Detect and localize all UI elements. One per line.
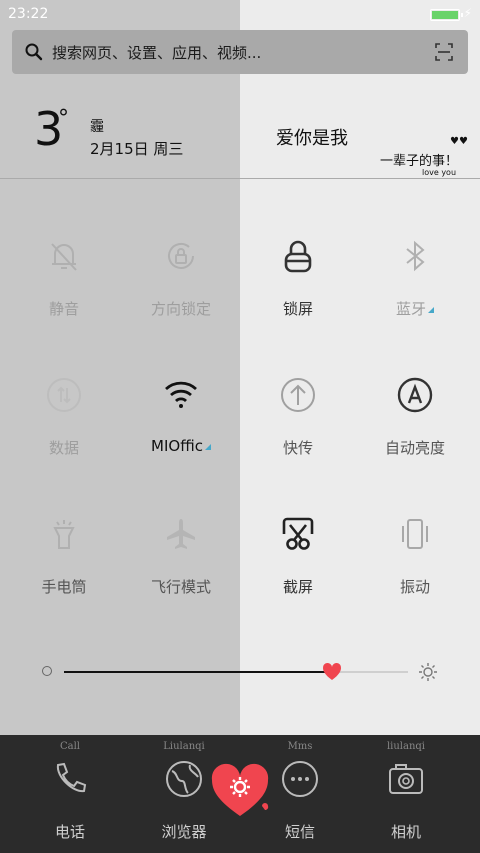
- status-bar: 23:22 ⚡: [0, 0, 480, 28]
- toggle-label: 数据: [48, 439, 79, 457]
- toggle-label: MIOffic: [122, 437, 240, 455]
- brightness-fill: [64, 671, 332, 673]
- toggle-label: 静音: [48, 300, 79, 318]
- lock-icon: [284, 240, 312, 273]
- toggle-screenshot[interactable]: 截屏: [239, 516, 357, 616]
- dock-caption: liulanqi: [386, 741, 426, 752]
- brightness-slider[interactable]: [40, 660, 450, 684]
- dock-caption: Mms: [287, 741, 313, 752]
- dock-caption: Call: [59, 741, 80, 752]
- message-icon: [282, 761, 318, 797]
- flashlight-icon: [53, 520, 75, 549]
- battery-icon: [430, 9, 463, 21]
- camera-icon: [389, 764, 423, 794]
- toggle-airplane-mode[interactable]: 飞行模式: [122, 516, 240, 616]
- search-bar[interactable]: 搜索网页、设置、应用、视频...: [12, 30, 468, 74]
- toggle-lock-screen[interactable]: 锁屏: [239, 238, 357, 338]
- heart-thumb-icon[interactable]: [322, 662, 342, 682]
- globe-icon: [166, 761, 202, 797]
- toggle-label: 锁屏: [282, 300, 313, 318]
- toggle-label: 自动亮度: [384, 439, 445, 457]
- search-placeholder: 搜索网页、设置、应用、视频...: [52, 44, 262, 62]
- wifi-icon: [165, 381, 197, 408]
- dock-app-name: 浏览器: [161, 823, 207, 841]
- weather-widget[interactable]: 3 ° 霾 2月15日 周三 爱你是我 ♥♥ 一辈子的事！ love you: [0, 98, 480, 179]
- degree-symbol: °: [58, 106, 69, 131]
- mute-bell-icon: [51, 243, 77, 271]
- toggle-mobile-data[interactable]: 数据: [5, 377, 123, 477]
- dock-app-camera[interactable]: liulanqi 相机: [346, 735, 466, 853]
- mobile-data-icon: [47, 378, 81, 412]
- search-icon: [25, 43, 43, 61]
- toggle-label: 快传: [282, 439, 313, 457]
- toggle-bluetooth[interactable]: 蓝牙: [356, 238, 474, 338]
- toggle-label: 截屏: [282, 578, 313, 596]
- dock-app-name: 短信: [284, 823, 315, 841]
- charging-icon: ⚡: [463, 6, 472, 20]
- dock-app-name: 相机: [390, 823, 421, 841]
- scan-icon[interactable]: [434, 42, 454, 62]
- weather-date: 2月15日 周三: [90, 140, 184, 158]
- hearts-icon: ♥♥: [450, 136, 468, 147]
- dock-caption: Liulanqi: [163, 741, 205, 752]
- quote-subtitle: 一辈子的事！: [380, 154, 459, 169]
- toggle-label: 蓝牙: [356, 298, 474, 319]
- brightness-track[interactable]: [64, 662, 408, 680]
- quote-small: love you: [422, 168, 457, 177]
- toggle-vibrate[interactable]: 振动: [356, 516, 474, 616]
- quick-transfer-icon: [281, 378, 315, 412]
- phone-icon: [56, 762, 87, 793]
- heart-settings-icon[interactable]: [210, 762, 272, 818]
- auto-brightness-icon: [397, 377, 433, 413]
- dock-app-name: 电话: [54, 823, 85, 841]
- bluetooth-icon: [406, 240, 425, 272]
- quote-title: 爱你是我: [276, 128, 348, 149]
- rotation-lock-icon: [168, 242, 194, 269]
- toggle-auto-brightness[interactable]: 自动亮度: [356, 377, 474, 477]
- toggle-quick-transfer[interactable]: 快传: [239, 377, 357, 477]
- brightness-high-icon: [419, 663, 437, 681]
- toggle-rotation-lock[interactable]: 方向锁定: [122, 238, 240, 338]
- toggle-label: 振动: [399, 578, 430, 596]
- airplane-icon: [167, 519, 195, 549]
- status-time: 23:22: [8, 6, 49, 22]
- toggle-label: 方向锁定: [150, 300, 211, 318]
- vibrate-icon: [402, 519, 428, 549]
- brightness-low-icon: [42, 666, 52, 676]
- toggle-label: 手电筒: [41, 578, 87, 596]
- toggle-mute[interactable]: 静音: [5, 238, 123, 338]
- screenshot-icon: [282, 517, 314, 550]
- dock-app-phone[interactable]: Call 电话: [10, 735, 130, 853]
- weather-condition: 霾: [90, 119, 104, 135]
- toggle-label: 飞行模式: [150, 578, 211, 596]
- toggle-flashlight[interactable]: 手电筒: [5, 516, 123, 616]
- toggle-wifi[interactable]: MIOffic: [122, 377, 240, 477]
